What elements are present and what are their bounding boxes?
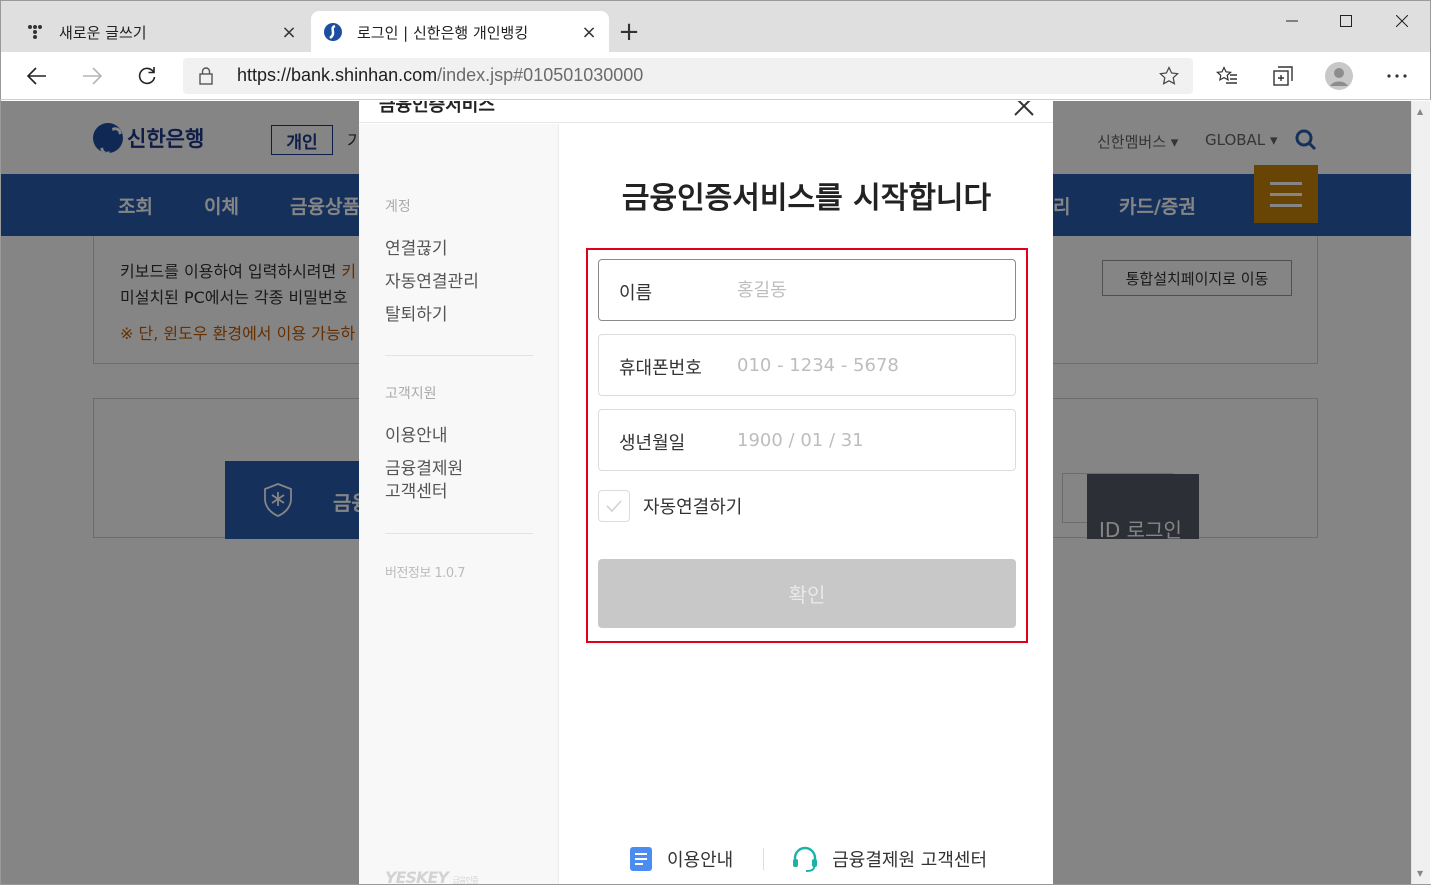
favorites-list-button[interactable] <box>1211 60 1243 92</box>
birthdate-field[interactable]: 생년월일 <box>598 409 1016 471</box>
url-field[interactable]: https://bank.shinhan.com/index.jsp#01050… <box>183 58 1193 94</box>
favorites-icon <box>1216 66 1237 84</box>
yeskey-logo: YESKEY 금융인증 <box>385 868 479 884</box>
new-tab-button[interactable]: + <box>615 16 643 48</box>
minimize-button[interactable] <box>1269 6 1315 36</box>
tab-title: 새로운 글쓰기 <box>59 23 147 42</box>
profile-button[interactable] <box>1323 60 1355 92</box>
confirm-button[interactable]: 확인 <box>598 559 1016 628</box>
tab-new-post[interactable]: 새로운 글쓰기 × <box>13 11 309 53</box>
more-menu-button[interactable] <box>1381 60 1413 92</box>
favorite-star-icon[interactable] <box>1159 66 1179 90</box>
sidebar-caption-account: 계정 <box>385 199 411 215</box>
yeskey-text: YESKEY <box>385 868 449 884</box>
collections-icon <box>1273 66 1293 86</box>
sidebar-item-guide[interactable]: 이용안내 <box>385 425 448 448</box>
scroll-up-arrow-icon[interactable]: ▲ <box>1417 107 1423 116</box>
maximize-icon <box>1340 15 1352 27</box>
guide-link[interactable]: 이용안내 <box>629 846 733 872</box>
arrow-right-icon <box>83 67 102 85</box>
name-input[interactable] <box>737 274 997 306</box>
modal-sidebar: 계정 연결끊기 자동연결관리 탈퇴하기 고객지원 이용안내 금융결제원 고객센터… <box>359 124 559 884</box>
more-icon <box>1387 74 1407 78</box>
modal-title: 금융인증서비스를 시작합니다 <box>621 181 992 216</box>
name-label: 이름 <box>619 283 653 304</box>
lock-icon <box>199 67 213 89</box>
footer-divider <box>763 848 765 870</box>
sidebar-divider <box>385 533 533 534</box>
sidebar-item-support-center[interactable]: 금융결제원 고객센터 <box>385 458 463 504</box>
phone-field[interactable]: 휴대폰번호 <box>598 334 1016 396</box>
auto-connect-row[interactable]: 자동연결하기 <box>598 490 742 522</box>
guide-link-label: 이용안내 <box>667 850 734 871</box>
auto-connect-checkbox[interactable] <box>598 490 630 522</box>
forward-button[interactable] <box>74 58 110 94</box>
name-field[interactable]: 이름 <box>598 259 1016 321</box>
window-close-button[interactable] <box>1379 6 1425 36</box>
yeskey-subtext: 금융인증 <box>452 876 479 884</box>
modal-header-title: 금융인증서비스 <box>379 101 495 116</box>
tab-bar: 새로운 글쓰기 × 로그인 | 신한은행 개인뱅킹 × + <box>0 0 1431 53</box>
document-icon <box>630 847 652 871</box>
phone-input[interactable] <box>737 349 997 381</box>
minimize-icon <box>1286 20 1298 22</box>
tab-shinhan-login[interactable]: 로그인 | 신한은행 개인뱅킹 × <box>311 11 609 53</box>
version-info: 버전정보 1.0.7 <box>385 566 466 581</box>
support-center-link[interactable]: 금융결제원 고객센터 <box>792 846 987 872</box>
refresh-button[interactable] <box>129 58 165 94</box>
support-center-label: 금융결제원 고객센터 <box>832 850 988 871</box>
modal-footer: 이용안내 금융결제원 고객센터 <box>629 844 987 874</box>
modal-header: 금융인증서비스 <box>359 101 1053 123</box>
shinhan-icon <box>323 22 343 42</box>
collections-button[interactable] <box>1267 60 1299 92</box>
avatar-icon <box>1325 62 1353 90</box>
refresh-icon <box>138 67 156 85</box>
url-text: https://bank.shinhan.com/index.jsp#01050… <box>237 65 643 86</box>
sidebar-caption-support: 고객지원 <box>385 386 437 402</box>
maximize-button[interactable] <box>1323 6 1369 36</box>
auto-connect-label: 자동연결하기 <box>643 497 743 518</box>
sidebar-item-withdraw[interactable]: 탈퇴하기 <box>385 304 448 327</box>
sidebar-item-disconnect[interactable]: 연결끊기 <box>385 238 448 261</box>
window-border <box>0 100 1 885</box>
page-viewport: 신한은행 개인 기 신한멤버스 ▾ GLOBAL ▾ 조회 이체 금융상품 리 … <box>1 101 1411 884</box>
phone-label: 휴대폰번호 <box>619 358 702 379</box>
url-host: https://bank.shinhan.com <box>237 65 438 85</box>
close-icon[interactable]: × <box>277 20 301 44</box>
address-bar: https://bank.shinhan.com/index.jsp#01050… <box>0 52 1431 100</box>
page-scrollbar[interactable]: ▲ ▼ <box>1411 101 1430 884</box>
back-button[interactable] <box>19 58 55 94</box>
birthdate-input[interactable] <box>737 424 997 456</box>
close-icon <box>1396 15 1408 27</box>
headset-icon <box>793 846 818 872</box>
tab-title: 로그인 | 신한은행 개인뱅킹 <box>357 23 529 42</box>
url-path: /index.jsp#010501030000 <box>437 65 644 85</box>
birthdate-label: 생년월일 <box>619 433 686 454</box>
financial-cert-modal: 금융인증서비스 계정 연결끊기 자동연결관리 탈퇴하기 고객지원 이용안내 금융… <box>359 101 1053 884</box>
arrow-left-icon <box>27 67 46 85</box>
scroll-down-arrow-icon[interactable]: ▼ <box>1417 869 1423 878</box>
sidebar-divider <box>385 355 533 356</box>
sidebar-item-auto-connect[interactable]: 자동연결관리 <box>385 271 479 294</box>
close-icon[interactable]: × <box>577 20 601 44</box>
check-icon <box>606 500 622 512</box>
dots-icon <box>25 22 45 42</box>
close-icon[interactable] <box>1013 101 1037 119</box>
